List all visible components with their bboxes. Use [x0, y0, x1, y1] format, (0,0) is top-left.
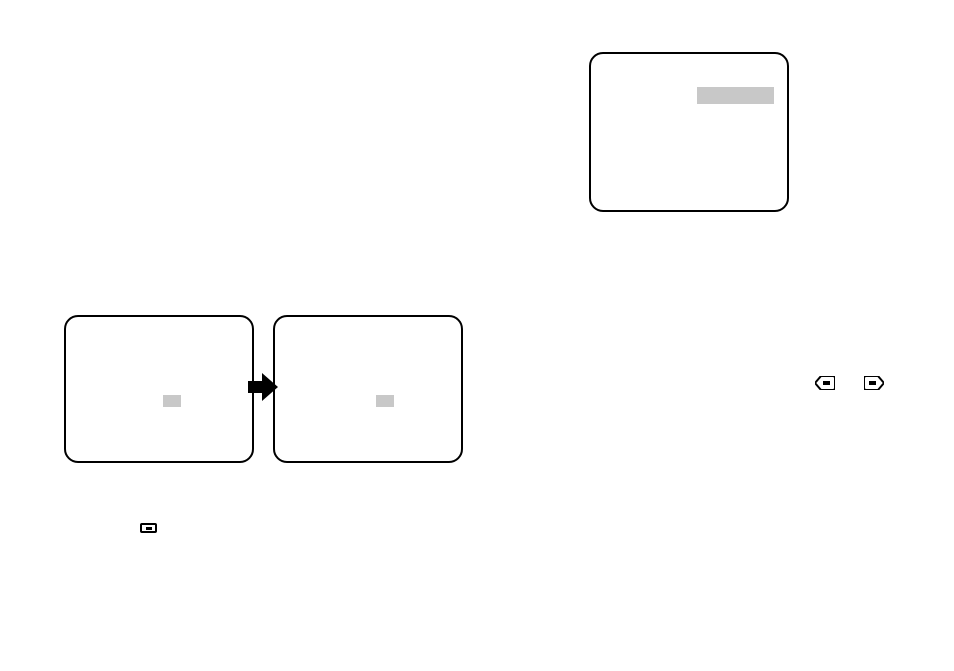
- screen-panel-top: [589, 52, 789, 212]
- small-rect-badge-inner: [146, 527, 152, 530]
- highlight-bar-top: [697, 87, 774, 104]
- highlight-bar-right: [376, 395, 394, 407]
- tag-right-icon: [864, 376, 884, 395]
- arrow-right-icon: [248, 373, 278, 401]
- tag-left-icon: [815, 376, 835, 395]
- screen-panel-left: [64, 315, 254, 463]
- small-rect-badge-icon: [140, 523, 157, 533]
- highlight-bar-left: [163, 395, 181, 407]
- screen-panel-right: [273, 315, 463, 463]
